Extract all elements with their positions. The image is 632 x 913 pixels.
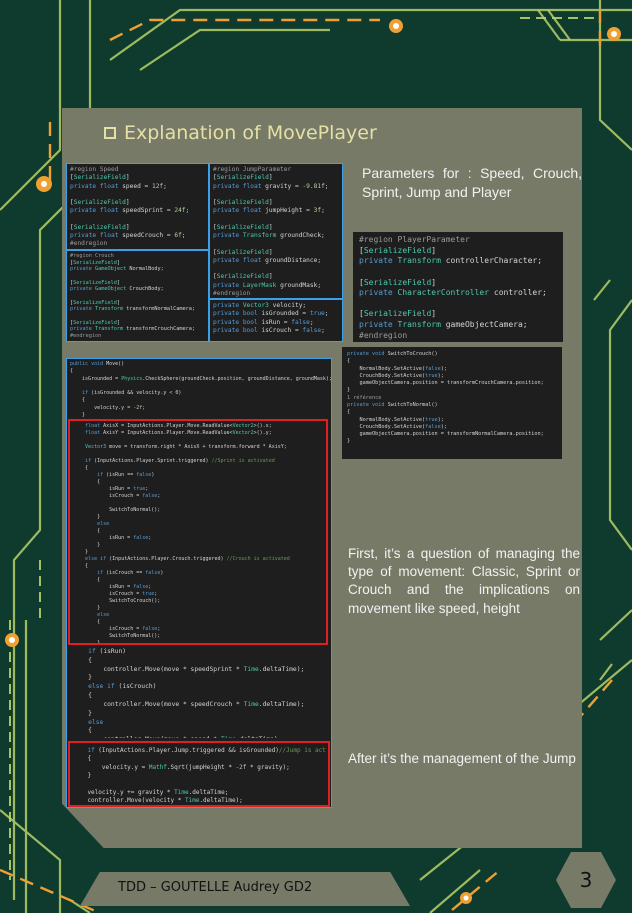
code-switch-functions: private void SwitchToCrouch() { NormalBo…	[342, 347, 562, 459]
page-title: Explanation of MovePlayer	[104, 122, 377, 144]
highlight-jump-box	[68, 741, 330, 807]
params-description: Parameters for : Speed, Crouch, Sprint, …	[362, 165, 582, 200]
code-jump-params-region: #region JumpParameter [SerializeField] p…	[209, 163, 343, 299]
code-speed-text: #region Speed [SerializeField] private f…	[70, 166, 190, 248]
highlight-movement-box	[68, 419, 328, 645]
jump-description: After it’s the management of the Jump	[348, 751, 576, 766]
code-switch-text: private void SwitchToCrouch() { NormalBo…	[347, 351, 544, 445]
code-jump-params-text: #region JumpParameter [SerializeField] p…	[213, 166, 329, 297]
code-vars-region: private Vector3 velocity; private bool i…	[209, 299, 343, 342]
code-vars-text: private Vector3 velocity; private bool i…	[213, 302, 329, 334]
footer-text: TDD – GOUTELLE Audrey GD2	[118, 880, 313, 895]
checkbox-bullet-icon	[104, 127, 116, 139]
code-player-params-region: #region PlayerParameter [SerializeField]…	[353, 232, 563, 342]
page-number: 3	[579, 868, 593, 892]
code-crouch-text: #region Crouch [SerializeField] private …	[70, 253, 195, 339]
code-move-speed: if (isRun) { controller.Move(move * spee…	[70, 646, 326, 738]
code-move-top: public void Move() { isGrounded = Physic…	[67, 359, 331, 419]
code-move-top-text: public void Move() { isGrounded = Physic…	[70, 361, 331, 418]
title-text: Explanation of MovePlayer	[124, 122, 377, 144]
code-speed-region: #region Speed [SerializeField] private f…	[66, 163, 209, 250]
movement-description: First, it’s a question of managing the t…	[348, 546, 580, 616]
code-player-params-text: #region PlayerParameter [SerializeField]…	[359, 235, 547, 340]
code-crouch-region: #region Crouch [SerializeField] private …	[66, 250, 209, 342]
code-move-speed-text: if (isRun) { controller.Move(move * spee…	[88, 648, 305, 738]
